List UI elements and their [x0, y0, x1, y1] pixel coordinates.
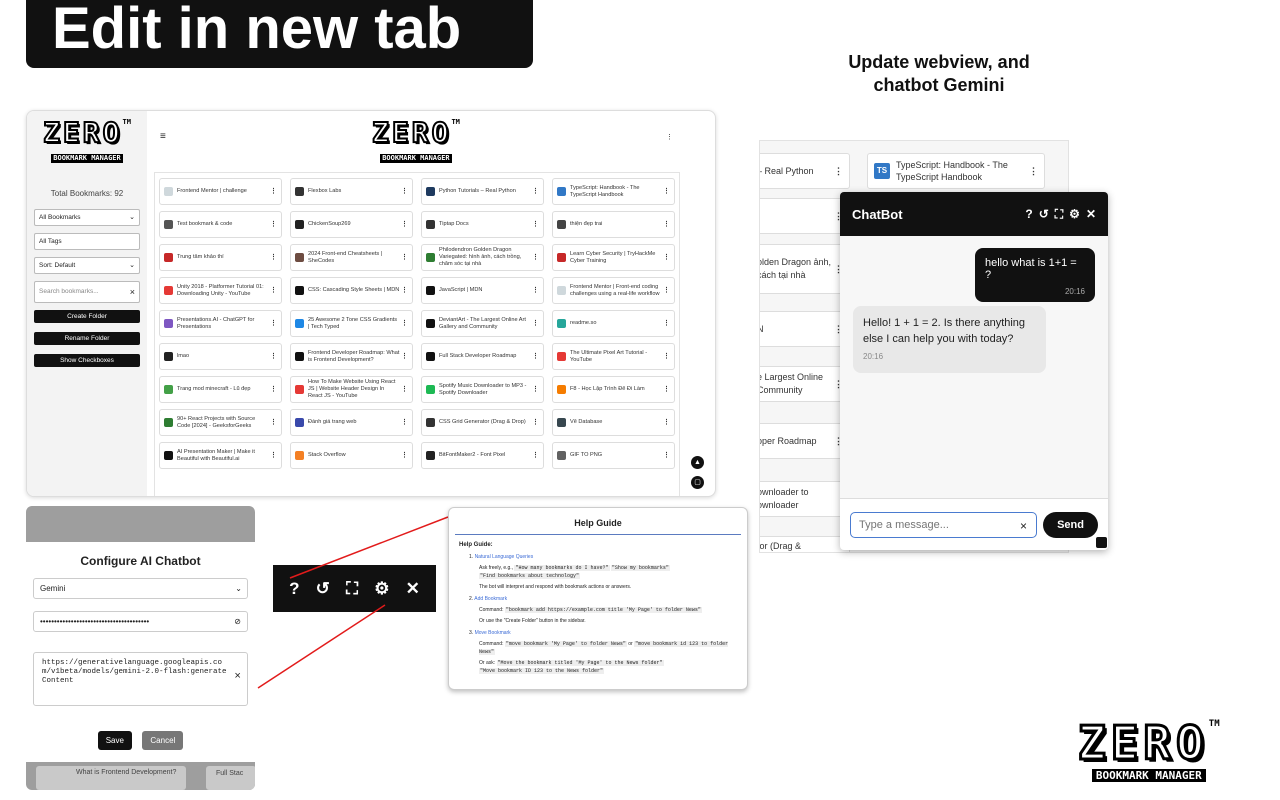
help-title: Help Guide	[455, 508, 741, 535]
help-section: Help Guide:	[459, 542, 493, 548]
help-link[interactable]: Move Bookmark	[475, 630, 511, 636]
help-guide-panel: Help Guide Help Guide: 1. Natural Langua…	[448, 507, 748, 690]
help-link[interactable]: Add Bookmark	[474, 596, 507, 602]
help-link[interactable]: Natural Language Queries	[475, 554, 534, 560]
brand-logo: ZEROTM BOOKMARK MANAGER	[1077, 716, 1220, 782]
